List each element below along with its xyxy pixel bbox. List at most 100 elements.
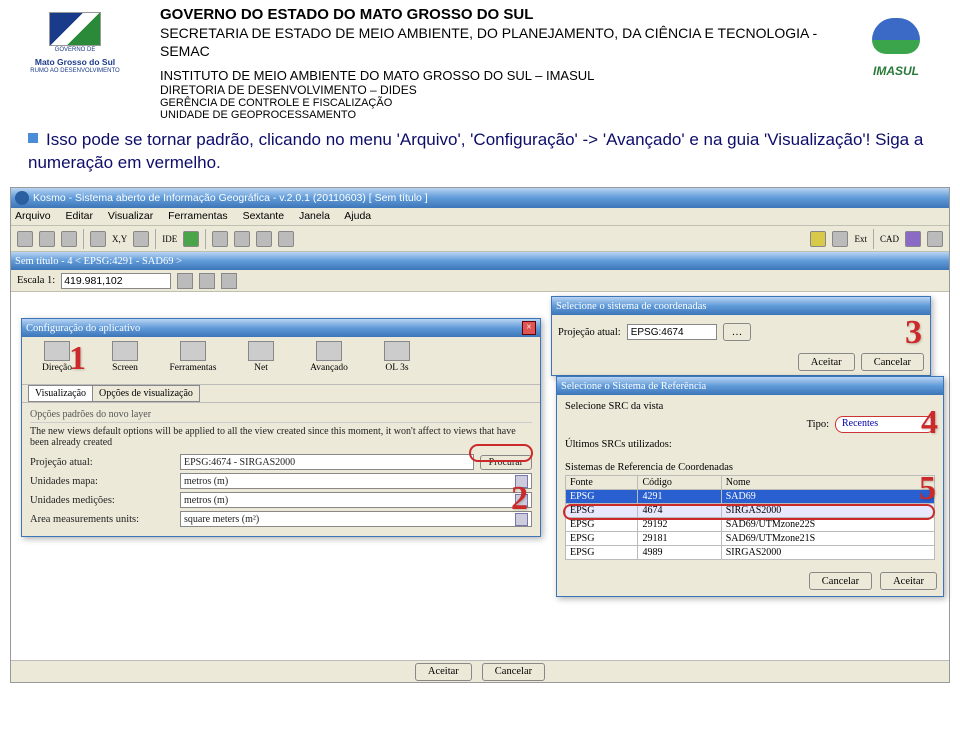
scale-tool-icon[interactable]: [177, 273, 193, 289]
app-icon: [15, 191, 29, 205]
close-icon[interactable]: ×: [522, 321, 536, 335]
coord-proj-input[interactable]: [627, 324, 717, 340]
menu-ferramentas[interactable]: Ferramentas: [168, 210, 228, 222]
app-titlebar: Kosmo - Sistema aberto de Informação Geo…: [11, 188, 949, 208]
scale-tool3-icon[interactable]: [221, 273, 237, 289]
table-row[interactable]: EPSG29181SAD69/UTMzone21S: [566, 532, 935, 546]
tool-cad[interactable]: CAD: [880, 234, 899, 244]
tool-h-icon[interactable]: [927, 231, 943, 247]
src-subtitle: Selecione SRC da vista: [565, 401, 935, 412]
menu-visualizar[interactable]: Visualizar: [108, 210, 153, 222]
proj-label: Projeção atual:: [30, 457, 180, 468]
src-aceitar-button[interactable]: Aceitar: [880, 572, 937, 590]
table-title: Sistemas de Referencia de Coordenadas: [565, 462, 935, 473]
annotation-5: 5: [919, 470, 936, 508]
logo-main-label: Mato Grosso do Sul: [10, 57, 140, 67]
annotation-2: 2: [511, 480, 528, 518]
area-dropdown[interactable]: square meters (m²): [180, 511, 532, 527]
tool-zoomout-icon[interactable]: [61, 231, 77, 247]
menu-arquivo[interactable]: Arquivo: [15, 210, 51, 222]
config-dialog-title: Configuração do aplicativo: [26, 323, 140, 334]
cancelar-button[interactable]: Cancelar: [482, 663, 545, 681]
scale-tool2-icon[interactable]: [199, 273, 215, 289]
scale-label: Escala 1:: [17, 275, 55, 286]
table-row[interactable]: EPSG4989SIRGAS2000: [566, 546, 935, 560]
unid-mapa-label: Unidades mapa:: [30, 476, 180, 487]
tool-add-icon[interactable]: [183, 231, 199, 247]
toolbar: X,Y IDE Ext CAD: [11, 226, 949, 252]
menu-sextante[interactable]: Sextante: [243, 210, 284, 222]
table-row[interactable]: EPSG4291SAD69: [566, 490, 935, 504]
hdr-l5: GERÊNCIA DE CONTROLE E FISCALIZAÇÃO: [160, 97, 846, 109]
tool-f-icon[interactable]: [832, 231, 848, 247]
scale-toolbar: Escala 1:: [11, 270, 949, 292]
area-label: Area measurements units:: [30, 514, 180, 525]
annotation-circle-row: [563, 504, 935, 520]
tool-pan-icon[interactable]: [90, 231, 106, 247]
unid-mapa-dropdown[interactable]: metros (m): [180, 473, 532, 489]
scale-input[interactable]: [61, 273, 171, 289]
coord-dlg-title: Selecione o sistema de coordenadas: [556, 301, 706, 312]
aceitar-button[interactable]: Aceitar: [415, 663, 472, 681]
coord-browse-button[interactable]: …: [723, 323, 752, 341]
annotation-circle-procurar: [469, 444, 533, 462]
menu-editar[interactable]: Editar: [66, 210, 93, 222]
tab-screen[interactable]: Screen: [96, 341, 154, 373]
hdr-l1: GOVERNO DO ESTADO DO MATO GROSSO DO SUL: [160, 6, 846, 23]
view-title-text: Sem título - 4 < EPSG:4291 - SAD69 >: [15, 256, 182, 267]
menu-janela[interactable]: Janela: [299, 210, 330, 222]
coord-select-dialog: Selecione o sistema de coordenadas Proje…: [551, 296, 931, 376]
hdr-l2: SECRETARIA DE ESTADO DE MEIO AMBIENTE, D…: [160, 24, 846, 60]
config-dialog: Configuração do aplicativo × Direção Scr…: [21, 318, 541, 537]
tipo-dropdown[interactable]: Recentes: [835, 416, 935, 433]
subtab-visualizacao[interactable]: Visualização: [28, 385, 93, 402]
hdr-l6: UNIDADE DE GEOPROCESSAMENTO: [160, 109, 846, 121]
app-screenshot: Kosmo - Sistema aberto de Informação Geo…: [10, 187, 950, 683]
tool-ext[interactable]: Ext: [854, 234, 867, 244]
coord-aceitar-button[interactable]: Aceitar: [798, 353, 855, 371]
ultimos-label: Últimos SRCs utilizados:: [565, 439, 935, 450]
bullet-text: Isso pode se tornar padrão, clicando no …: [28, 130, 923, 172]
logo-mato-grosso: GOVERNO DE Mato Grosso do Sul RUMO AO DE…: [10, 6, 140, 106]
bullet-icon: [28, 133, 38, 143]
coord-cancelar-button[interactable]: Cancelar: [861, 353, 924, 371]
tool-e-icon[interactable]: [810, 231, 826, 247]
view-titlebar: Sem título - 4 < EPSG:4291 - SAD69 >: [11, 252, 949, 270]
tool-d-icon[interactable]: [278, 231, 294, 247]
tool-zoom-icon[interactable]: [17, 231, 33, 247]
col-nome: Nome: [721, 476, 934, 490]
logo-gov-label: GOVERNO DE: [10, 47, 140, 53]
tab-ferramentas[interactable]: Ferramentas: [164, 341, 222, 373]
unid-med-label: Unidades medições:: [30, 495, 180, 506]
subtab-opcoes[interactable]: Opções de visualização: [92, 385, 200, 402]
imasul-label: IMASUL: [846, 64, 946, 78]
menubar[interactable]: Arquivo Editar Visualizar Ferramentas Se…: [11, 208, 949, 226]
tab-ol[interactable]: OL 3s: [368, 341, 426, 373]
config-note: The new views default options will be ap…: [30, 426, 532, 448]
src-cancelar-button[interactable]: Cancelar: [809, 572, 872, 590]
tool-find-icon[interactable]: [133, 231, 149, 247]
tool-g-icon[interactable]: [905, 231, 921, 247]
logo-imasul: IMASUL: [846, 6, 946, 86]
annotation-4: 4: [921, 404, 938, 442]
tab-avancado[interactable]: Avançado: [300, 341, 358, 373]
unid-med-dropdown[interactable]: metros (m): [180, 492, 532, 508]
tool-zoomin-icon[interactable]: [39, 231, 55, 247]
proj-field[interactable]: EPSG:4674 - SIRGAS2000: [180, 454, 474, 470]
annotation-3: 3: [905, 314, 922, 352]
tool-a-icon[interactable]: [212, 231, 228, 247]
coord-proj-label: Projeção atual:: [558, 327, 621, 338]
annotation-1: 1: [69, 340, 86, 378]
src-dlg-title: Selecione o Sistema de Referência: [561, 381, 706, 392]
app-title-text: Kosmo - Sistema aberto de Informação Geo…: [33, 192, 428, 204]
tipo-label: Tipo:: [807, 419, 829, 430]
tool-xy[interactable]: X,Y: [112, 234, 127, 244]
tool-c-icon[interactable]: [256, 231, 272, 247]
tab-net[interactable]: Net: [232, 341, 290, 373]
src-dialog: Selecione o Sistema de Referência Seleci…: [556, 376, 944, 597]
tool-b-icon[interactable]: [234, 231, 250, 247]
menu-ajuda[interactable]: Ajuda: [344, 210, 371, 222]
col-fonte: Fonte: [566, 476, 638, 490]
config-section-label: Opções padrões do novo layer: [30, 409, 532, 423]
tool-ide[interactable]: IDE: [162, 234, 177, 244]
